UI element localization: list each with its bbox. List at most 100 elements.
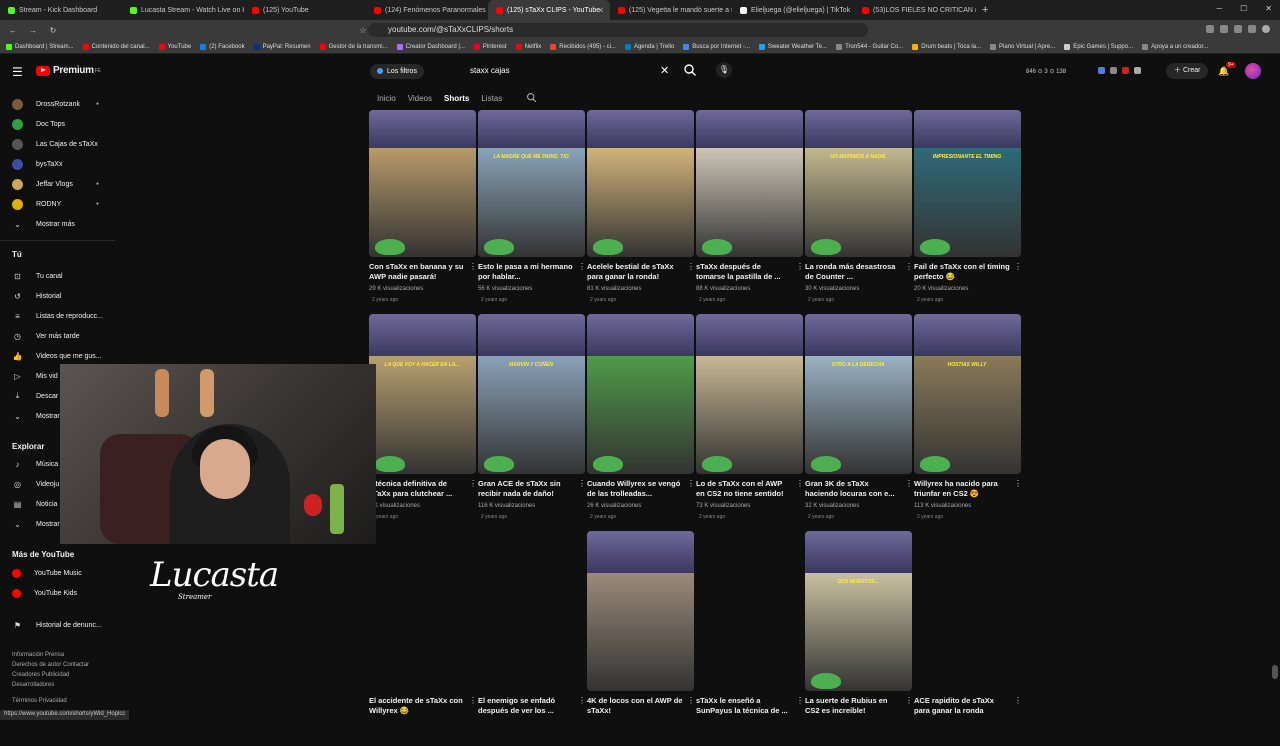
you-item[interactable]: 👍 Videos que me gus...: [12, 348, 102, 364]
short-title[interactable]: 4K de locos con el AWP de sTaXx!: [587, 696, 683, 716]
short-card[interactable]: sTaXx después de tomarse la pastilla de …: [696, 110, 804, 312]
scrollbar-thumb[interactable]: [1272, 665, 1278, 679]
short-card[interactable]: Lo de sTaXx con el AWP en CS2 no tiene s…: [696, 314, 804, 529]
more-options-icon[interactable]: ⋮: [1014, 479, 1022, 488]
short-title[interactable]: Lo de sTaXx con el AWP en CS2 no tiene s…: [696, 479, 792, 499]
you-item[interactable]: ≡ Listas de reproducc...: [12, 308, 103, 324]
forward-icon[interactable]: →: [26, 26, 40, 35]
short-title[interactable]: El accidente de sTaXx con Willyrex 😂: [369, 696, 465, 716]
hamburger-menu-icon[interactable]: ☰: [12, 65, 23, 79]
reload-icon[interactable]: ↻: [46, 26, 60, 35]
extension-icon[interactable]: [1248, 25, 1256, 33]
more-options-icon[interactable]: ⋮: [796, 479, 804, 488]
subscription-item[interactable]: Jeffar Vlogs ●: [12, 176, 99, 192]
short-title[interactable]: sTaXx después de tomarse la pastilla de …: [696, 262, 792, 282]
short-thumbnail[interactable]: NO MATAMOS A NADIE: [805, 110, 912, 257]
more-youtube-item[interactable]: YouTube Kids: [12, 585, 77, 601]
short-title[interactable]: Con sTaXx en banana y su AWP nadie pasar…: [369, 262, 465, 282]
footer-links[interactable]: Derechos de autor Contactar: [12, 660, 112, 670]
short-card[interactable]: NO MATAMOS A NADIE La ronda más desastros…: [805, 110, 913, 312]
more-options-icon[interactable]: ⋮: [796, 696, 804, 705]
more-options-icon[interactable]: ⋮: [687, 262, 695, 271]
clear-search-icon[interactable]: ✕: [660, 64, 669, 77]
short-title[interactable]: ACE rapidito de sTaXx para ganar la rond…: [914, 696, 1010, 716]
more-options-icon[interactable]: ⋮: [469, 696, 477, 705]
footer-links[interactable]: Información Prensa: [12, 650, 112, 660]
short-card[interactable]: LA MADRE QUE ME PARIO, TIO Esto le pasa a…: [478, 110, 586, 312]
short-thumbnail[interactable]: IMPRESIONANTE EL TIMING: [914, 110, 1021, 257]
short-thumbnail[interactable]: [587, 531, 694, 691]
short-thumbnail[interactable]: [587, 314, 694, 474]
short-thumbnail[interactable]: [696, 110, 803, 257]
extension-icon[interactable]: [1098, 67, 1105, 74]
short-card[interactable]: IMPRESIONANTE EL TIMING Fail de sTaXx con…: [914, 110, 1022, 312]
short-title[interactable]: Acelele bestial de sTaXx para ganar la r…: [587, 262, 683, 282]
more-options-icon[interactable]: ⋮: [578, 262, 586, 271]
bookmark-item[interactable]: Sweater Weather Te...: [758, 43, 827, 50]
close-window-icon[interactable]: ✕: [1265, 4, 1272, 13]
short-card[interactable]: LA QUE VOY A HACER EN LA... ...técnica de…: [369, 314, 477, 529]
bookmark-item[interactable]: Recibidos (495) - ci...: [550, 43, 616, 50]
short-title[interactable]: La suerte de Rubius en CS2 es increíble!: [805, 696, 901, 716]
subscription-item[interactable]: bysTaXx: [12, 156, 62, 172]
short-card[interactable]: 4K de locos con el AWP de sTaXx! ⋮: [587, 531, 695, 746]
extension-icon[interactable]: [1122, 67, 1129, 74]
short-title[interactable]: El enemigo se enfadó después de ver los …: [478, 696, 574, 716]
you-item[interactable]: ⊡ Tu canal: [12, 268, 62, 284]
short-thumbnail[interactable]: HOSTIAS WILLY: [914, 314, 1021, 474]
maximize-icon[interactable]: ☐: [1240, 4, 1247, 13]
more-options-icon[interactable]: ⋮: [905, 696, 913, 705]
short-title[interactable]: sTaXx le enseñó a SunPayus la técnica de…: [696, 696, 792, 716]
more-options-icon[interactable]: ⋮: [578, 696, 586, 705]
extension-icon[interactable]: [1134, 67, 1141, 74]
profile-icon[interactable]: [1262, 25, 1270, 33]
short-thumbnail[interactable]: LA QUE VOY A HACER EN LA...: [369, 314, 476, 474]
explore-item[interactable]: ⌄ Mostrar: [12, 516, 60, 532]
extension-icon[interactable]: [1110, 67, 1117, 74]
short-title[interactable]: Esto le pasa a mi hermano por hablar...: [478, 262, 574, 282]
more-options-icon[interactable]: ⋮: [687, 479, 695, 488]
short-card[interactable]: OTRO A LA DERECHA Gran 3K de sTaXx hacien…: [805, 314, 913, 529]
account-avatar[interactable]: [1245, 63, 1261, 79]
you-section-header[interactable]: Tú: [12, 250, 22, 259]
more-options-icon[interactable]: ⋮: [1014, 696, 1022, 705]
short-title[interactable]: Fail de sTaXx con el timing perfecto 😂: [914, 262, 1010, 282]
bookmark-item[interactable]: Contenido del canal...: [82, 43, 150, 50]
short-title[interactable]: Cuando Willyrex se vengó de las trollead…: [587, 479, 683, 499]
short-thumbnail[interactable]: [369, 110, 476, 257]
short-title[interactable]: Gran 3K de sTaXx haciendo locuras con e.…: [805, 479, 901, 499]
footer-links[interactable]: Creadores Publicidad: [12, 670, 112, 680]
short-thumbnail[interactable]: [587, 110, 694, 257]
create-button[interactable]: ＋ Crear: [1166, 63, 1209, 79]
bookmark-item[interactable]: Dashboard | Stream...: [6, 43, 74, 50]
tab-videos[interactable]: Videos: [408, 94, 432, 103]
bookmark-item[interactable]: Pinterest: [473, 43, 507, 50]
short-card[interactable]: Cuando Willyrex se vengó de las trollead…: [587, 314, 695, 529]
more-options-icon[interactable]: ⋮: [905, 262, 913, 271]
browser-tab[interactable]: (53)LOS FIELES NO CRITICAN #elocos: [854, 0, 976, 20]
explore-item[interactable]: ◎ Videoju: [12, 476, 59, 492]
short-thumbnail[interactable]: LA MADRE QUE ME PARIO, TIO: [478, 110, 585, 257]
short-title[interactable]: Willyrex ha nacido para triunfar en CS2 …: [914, 479, 1010, 499]
tab-inicio[interactable]: Inicio: [377, 94, 396, 103]
search-icon[interactable]: [683, 63, 697, 77]
footer-links[interactable]: Términos Privacidad: [12, 696, 112, 706]
you-item[interactable]: ↺ Historial: [12, 288, 61, 304]
short-card[interactable]: HOSTIAS WILLY Willyrex ha nacido para tri…: [914, 314, 1022, 529]
short-thumbnail[interactable]: OTRO A LA DERECHA: [805, 314, 912, 474]
back-icon[interactable]: ←: [6, 26, 20, 35]
short-thumbnail[interactable]: DOS MUERTOS...: [805, 531, 912, 691]
short-title[interactable]: La ronda más desastrosa de Counter ...: [805, 262, 901, 282]
subscription-item[interactable]: DrossRotzank ●: [12, 96, 99, 112]
subscription-item[interactable]: Las Cajas de sTaXx: [12, 136, 98, 152]
browser-tab[interactable]: Stream - Kick Dashboard: [0, 0, 122, 20]
short-thumbnail[interactable]: [696, 314, 803, 474]
short-card[interactable]: ACE rapidito de sTaXx para ganar la rond…: [914, 531, 1022, 746]
close-tab-icon[interactable]: ✕: [597, 6, 604, 15]
subscription-item[interactable]: Doc Tops: [12, 116, 65, 132]
short-title[interactable]: ...técnica definitiva de sTaXx para clut…: [369, 479, 465, 499]
bookmark-item[interactable]: Creator Dashboard |...: [396, 43, 465, 50]
filters-chip[interactable]: Los filtros: [370, 64, 424, 79]
more-options-icon[interactable]: ⋮: [1014, 262, 1022, 271]
tab-shorts[interactable]: Shorts: [444, 94, 469, 103]
